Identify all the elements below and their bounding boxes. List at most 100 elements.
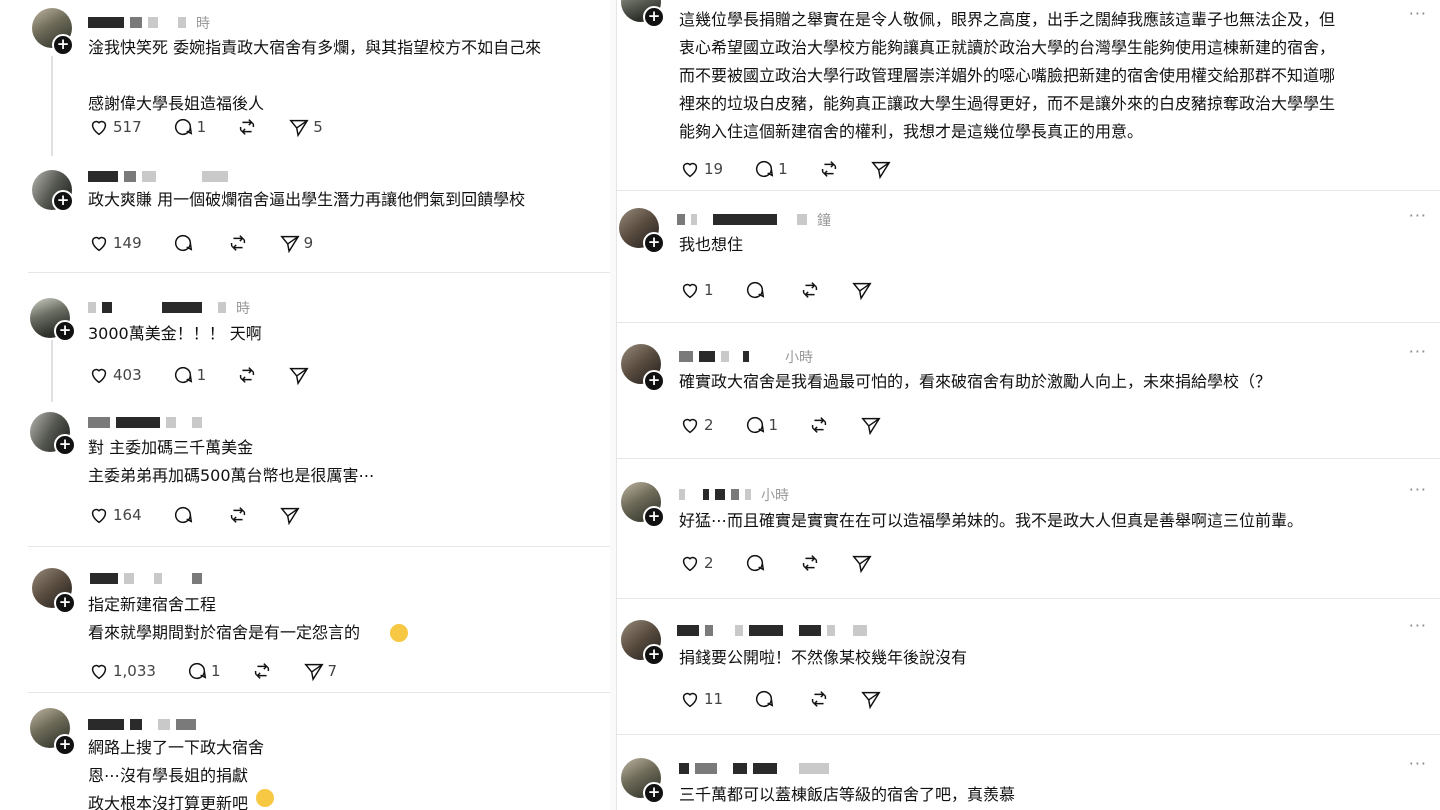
post-time: 鐘 <box>817 212 831 229</box>
plus-icon[interactable]: + <box>643 782 665 804</box>
reply-button[interactable] <box>753 688 778 710</box>
share-button[interactable] <box>860 688 882 710</box>
like-button[interactable]: 149 <box>88 232 142 254</box>
heart-icon <box>682 283 698 299</box>
share-button[interactable]: 7 <box>303 660 338 682</box>
username-blurred[interactable] <box>677 620 877 636</box>
like-button[interactable]: 2 <box>679 414 714 436</box>
like-button[interactable]: 1 <box>679 279 714 301</box>
repost-button[interactable] <box>236 364 258 386</box>
repost-button[interactable] <box>227 504 249 526</box>
smirk-emoji-icon <box>390 624 408 642</box>
post-text: 指定新建宿舍工程 看來就學期間對於宿舍是有一定怨言的 <box>88 595 361 642</box>
share-button[interactable] <box>279 504 304 526</box>
send-icon <box>861 691 881 710</box>
plus-icon[interactable]: + <box>643 6 665 28</box>
divider <box>617 458 1440 459</box>
username-blurred[interactable]: 小時 <box>679 484 789 504</box>
share-button[interactable] <box>860 414 882 436</box>
post-text: 這幾位學長捐贈之舉實在是令人敬佩，眼界之高度，出手之闊綽我應該這輩子也無法企及，… <box>679 10 1336 141</box>
repost-icon <box>230 235 245 251</box>
more-options-button[interactable]: ··· <box>1409 206 1427 225</box>
username-blurred[interactable]: 小時 <box>679 346 813 366</box>
action-bar: 1,033 1 7 <box>88 660 367 682</box>
reply-button[interactable]: 1 <box>186 660 221 682</box>
plus-icon[interactable]: + <box>54 320 76 342</box>
username-blurred[interactable] <box>88 714 206 730</box>
username-blurred[interactable] <box>90 568 212 584</box>
like-button[interactable]: 19 <box>679 158 723 180</box>
share-count: 7 <box>327 662 338 680</box>
comment-icon <box>746 554 764 572</box>
send-icon <box>303 663 324 682</box>
username-blurred[interactable]: 鐘 <box>677 209 831 229</box>
more-options-button[interactable]: ··· <box>1409 754 1427 773</box>
share-button[interactable] <box>851 279 873 301</box>
like-count: 164 <box>113 506 142 524</box>
share-button[interactable] <box>851 552 873 574</box>
repost-button[interactable] <box>818 158 840 180</box>
reply-button[interactable]: 1 <box>753 158 788 180</box>
send-icon <box>289 367 309 386</box>
share-button[interactable] <box>870 158 892 180</box>
plus-icon[interactable]: + <box>54 734 76 756</box>
plus-icon[interactable]: + <box>52 34 74 56</box>
divider <box>28 546 610 547</box>
more-options-button[interactable]: ··· <box>1409 616 1427 635</box>
repost-icon <box>254 663 269 679</box>
username-blurred[interactable] <box>88 412 212 428</box>
reply-button[interactable] <box>744 552 769 574</box>
reply-button[interactable] <box>172 232 197 254</box>
plus-icon[interactable]: + <box>643 232 665 254</box>
divider <box>28 272 610 273</box>
reply-button[interactable]: 1 <box>172 116 206 138</box>
repost-button[interactable] <box>799 279 821 301</box>
more-options-button[interactable]: ··· <box>1409 342 1427 361</box>
repost-icon <box>821 161 836 177</box>
reply-button[interactable] <box>172 504 197 526</box>
like-button[interactable]: 1,033 <box>88 660 156 682</box>
share-button[interactable] <box>288 364 313 386</box>
like-count: 19 <box>704 160 724 178</box>
share-button[interactable]: 5 <box>288 116 323 138</box>
plus-icon[interactable]: + <box>643 644 665 666</box>
thread-line <box>51 56 53 156</box>
plus-icon[interactable]: + <box>54 434 76 456</box>
plus-icon[interactable]: + <box>54 592 76 614</box>
divider <box>28 692 610 693</box>
plus-icon[interactable]: + <box>52 190 74 212</box>
reply-count: 1 <box>778 160 788 178</box>
like-button[interactable]: 11 <box>679 688 723 710</box>
repost-button[interactable] <box>808 688 830 710</box>
like-button[interactable]: 517 <box>88 116 142 138</box>
repost-button[interactable] <box>808 414 830 436</box>
like-button[interactable]: 2 <box>679 552 714 574</box>
reply-button[interactable] <box>744 279 769 301</box>
username-blurred[interactable] <box>88 166 238 182</box>
reply-button[interactable]: 1 <box>744 414 778 436</box>
username-blurred[interactable]: 時 <box>88 297 250 317</box>
send-icon <box>289 119 309 138</box>
repost-button[interactable] <box>251 660 273 682</box>
more-options-button[interactable]: ··· <box>1409 4 1427 23</box>
post-time: 小時 <box>785 349 813 366</box>
comment-icon <box>174 506 192 524</box>
reply-button[interactable]: 1 <box>172 364 206 386</box>
left-thread-panel: + 時 淦我快笑死 委婉指責政大宿舍有多爛，與其指望校方不如自己來 感謝偉大學長… <box>0 0 610 810</box>
share-count: 5 <box>313 118 323 136</box>
action-bar: 2 1 <box>679 414 912 436</box>
post-text: 3000萬美金！！！ 天啊 <box>88 324 262 343</box>
like-button[interactable]: 403 <box>88 364 142 386</box>
repost-button[interactable] <box>236 116 258 138</box>
share-button[interactable]: 9 <box>279 232 313 254</box>
username-blurred[interactable]: 時 <box>88 12 210 32</box>
more-options-button[interactable]: ··· <box>1409 480 1427 499</box>
comment-icon <box>174 366 192 384</box>
repost-button[interactable] <box>227 232 249 254</box>
heart-icon <box>91 368 107 384</box>
username-blurred[interactable] <box>679 758 839 774</box>
plus-icon[interactable]: + <box>643 506 665 528</box>
repost-button[interactable] <box>799 552 821 574</box>
plus-icon[interactable]: + <box>643 370 665 392</box>
like-button[interactable]: 164 <box>88 504 142 526</box>
